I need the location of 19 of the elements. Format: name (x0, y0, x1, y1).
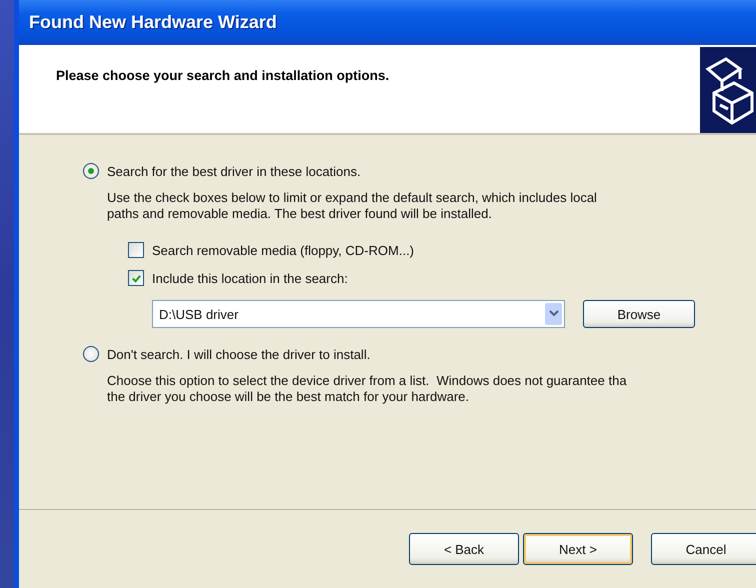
option-description: Use the check boxes below to limit or expand the default search, which includes local paths and removable media. The best driver found will be installed. (107, 190, 598, 222)
window-title: Found New Hardware Wizard (29, 12, 277, 33)
radio-button[interactable] (83, 163, 99, 179)
wizard-button[interactable]: < Back (409, 533, 519, 565)
radio-button[interactable] (83, 346, 99, 362)
wizard-button[interactable]: Next > (523, 533, 633, 565)
checkbox-label[interactable]: Include this location in the search: (152, 270, 348, 286)
checkbox[interactable] (128, 242, 144, 258)
check-mark-icon (130, 272, 142, 284)
header-title: Please choose your search and installation options. (56, 68, 390, 83)
option-description: Choose this option to select the device driver from a list. Windows does not guarantee tha the driver you choose will be the best match for your hardware. (107, 373, 628, 405)
browse-button[interactable]: Browse (583, 300, 695, 328)
option-label[interactable]: Don't search. I will choose the driver to install. (107, 346, 370, 362)
checkbox[interactable] (128, 270, 144, 286)
dropdown-icon[interactable] (545, 303, 562, 325)
option-label[interactable]: Search for the best driver in these locations. (107, 164, 361, 178)
checkbox-label[interactable]: Search removable media (floppy, CD-ROM...) (152, 242, 414, 258)
location-combo[interactable]: D:\USB driver (152, 300, 565, 328)
wizard-button[interactable]: Cancel (651, 533, 756, 565)
